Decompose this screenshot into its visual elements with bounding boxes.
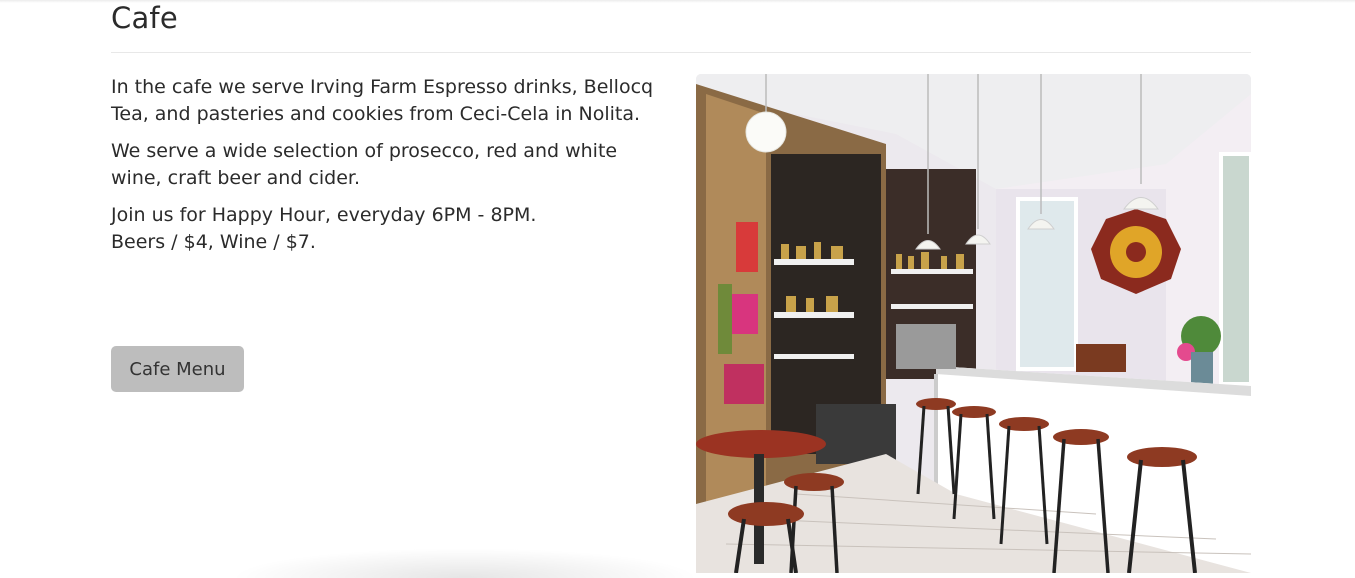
description-paragraph-wine: We serve a wide selection of prosecco, r…: [111, 140, 618, 189]
cafe-menu-button[interactable]: Cafe Menu: [111, 346, 244, 392]
top-shadow: [0, 0, 1355, 3]
section-title: Cafe: [111, 1, 178, 35]
happy-hour-line: Join us for Happy Hour, everyday 6PM - 8…: [111, 204, 537, 226]
description-paragraph-espresso: In the cafe we serve Irving Farm Espress…: [111, 76, 654, 125]
section-divider: [111, 52, 1251, 53]
cafe-description: In the cafe we serve Irving Farm Espress…: [111, 74, 671, 266]
cafe-photo: [696, 74, 1251, 573]
bottom-shadow: [230, 548, 700, 578]
happy-hour-prices: Beers / $4, Wine / $7.: [111, 231, 316, 253]
cafe-photo-illustration: [696, 74, 1251, 573]
happy-hour-text: Join us for Happy Hour, everyday 6PM - 8…: [111, 202, 671, 256]
